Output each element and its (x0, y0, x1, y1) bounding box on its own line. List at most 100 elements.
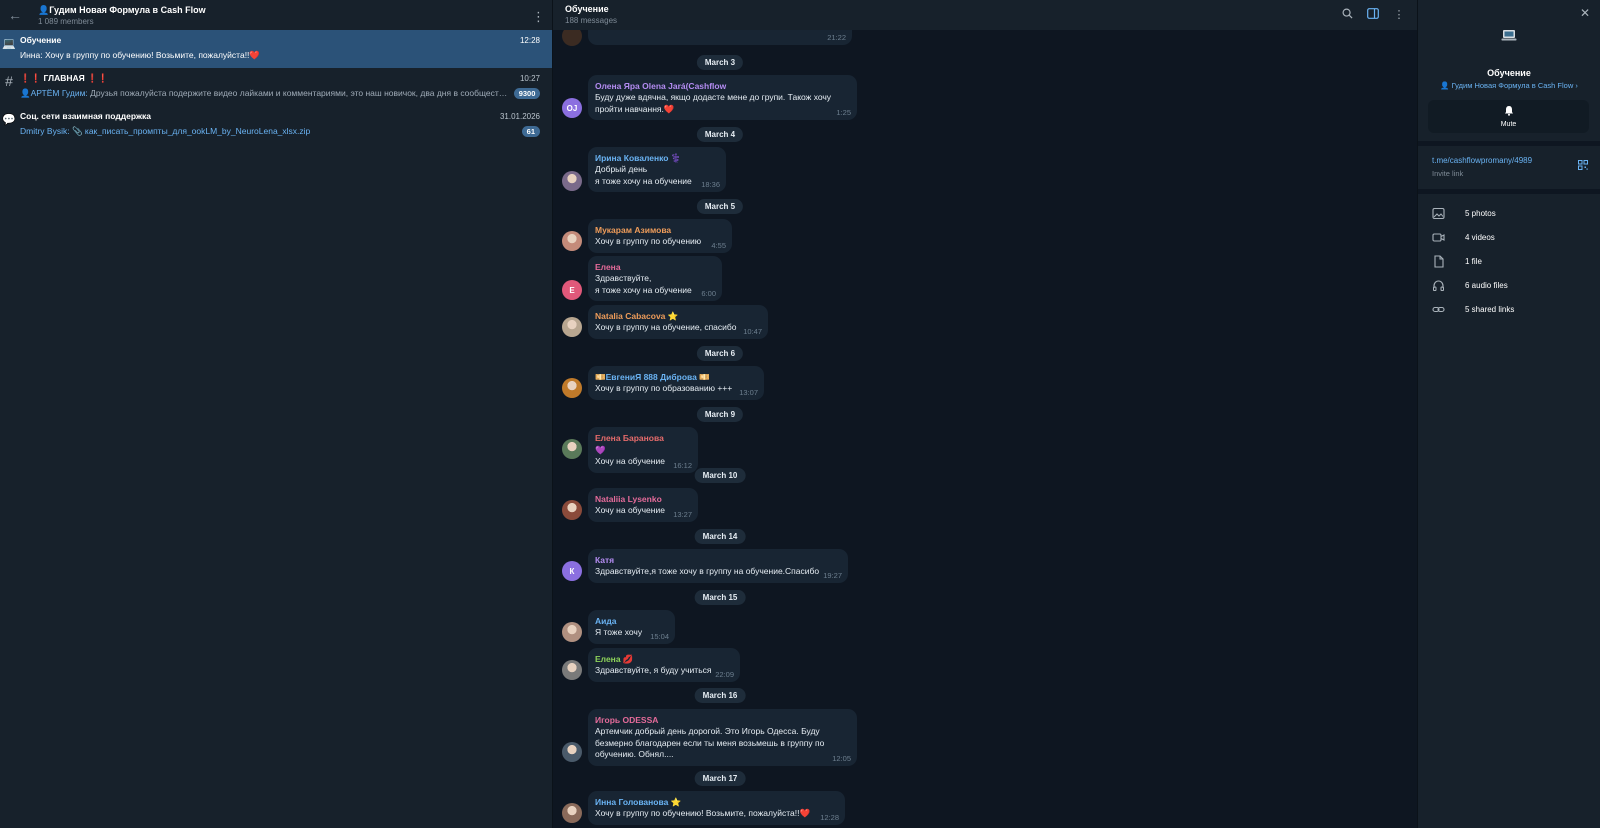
avatar[interactable] (562, 622, 582, 642)
qr-code-icon[interactable] (1578, 160, 1588, 170)
message-time: 4:55 (711, 240, 726, 250)
close-icon[interactable]: ✕ (1580, 6, 1590, 20)
conversation-header: Обучение 188 messages ⋮ (553, 0, 1417, 30)
message-count: 188 messages (565, 16, 618, 25)
chat-item-glavnaya[interactable]: # ❗❗ ГЛАВНАЯ ❗❗ 10:27 👤АРТЁМ Гудим: Друз… (0, 68, 552, 106)
info-panel: ✕ Обучение 👤 Гудим Новая Формула в Cash … (1417, 0, 1600, 828)
message-list[interactable]: 21:22 March 3 March 4 March 5 March 6 March … (553, 0, 1417, 828)
message-bubble[interactable]: Елена Баранова 💜 Хочу на обучение 16:12 (588, 427, 698, 473)
media-links[interactable]: 5 shared links (1418, 299, 1600, 319)
chat-item-obuchenie[interactable]: 💻 Обучение 12:28 Инна: Хочу в группу по … (0, 30, 552, 68)
message-sender[interactable]: Natalia Cabacova ⭐ (595, 310, 746, 322)
message-bubble[interactable]: Елена Здравствуйте, я тоже хочу на обучен… (588, 256, 722, 301)
media-label: 5 shared links (1465, 304, 1515, 314)
avatar[interactable]: OJ (562, 98, 582, 118)
message-sender[interactable]: Мукарам Азимова (595, 224, 710, 236)
message-bubble[interactable]: Олена Яра Olena Jará(Cashflow Буду дуже в… (588, 75, 857, 120)
message-text: Хочу в группу по образованию +++ (595, 383, 733, 393)
chat-time: 31.01.2026 (499, 111, 540, 121)
media-audio[interactable]: 6 audio files (1418, 275, 1600, 295)
message-sender[interactable]: Инна Голованова ⭐ (595, 796, 823, 808)
date-separator: March 9 (696, 407, 744, 422)
media-files[interactable]: 1 file (1418, 251, 1600, 271)
message-time: 19:27 (823, 570, 842, 580)
photo-icon (1432, 207, 1445, 219)
message-text: Хочу на обучение (595, 456, 665, 466)
message-sender[interactable]: Nataliia Lysenko (595, 493, 676, 505)
person-icon: 👤 (20, 88, 31, 98)
headphones-icon (1433, 279, 1444, 291)
avatar[interactable] (562, 171, 582, 191)
conversation-title: Обучение (565, 4, 609, 14)
message-sender[interactable]: Елена Баранова 💜 (595, 432, 676, 456)
chat-list-panel: ← 👤Гудим Новая Формула в Cash Flow 1 089… (0, 0, 553, 828)
avatar[interactable] (562, 231, 582, 251)
more-options-icon[interactable]: ⋮ (532, 10, 545, 24)
avatar[interactable] (562, 317, 582, 337)
message-bubble[interactable]: Nataliia Lysenko Хочу на обучение 13:27 (588, 488, 698, 522)
message-bubble[interactable]: Аида Я тоже хочу 15:04 (588, 610, 675, 644)
conversation-panel: 21:22 March 3 March 4 March 5 March 6 March … (553, 0, 1417, 828)
message-time: 6:00 (701, 289, 716, 298)
message-sender[interactable]: Катя (595, 554, 826, 566)
back-arrow-icon[interactable]: ← (8, 7, 24, 23)
message-time: 10:47 (743, 326, 762, 336)
media-label: 5 photos (1465, 208, 1496, 218)
message-time: 13:27 (673, 509, 692, 519)
parent-group-link[interactable]: 👤 Гудим Новая Формула в Cash Flow › (1418, 81, 1600, 90)
video-icon (1432, 232, 1445, 242)
message-text: Хочу на обучение (595, 505, 665, 515)
message-sender[interactable]: 💴ЕвгениЯ 888 Диброва 💴 (595, 371, 742, 383)
message-bubble[interactable]: 💴ЕвгениЯ 888 Диброва 💴 Хочу в группу по о… (588, 366, 764, 400)
avatar[interactable] (562, 500, 582, 520)
message-bubble[interactable]: Natalia Cabacova ⭐ Хочу в группу на обуче… (588, 305, 768, 339)
message-bubble[interactable]: Мукарам Азимова Хочу в группу по обучению… (588, 219, 732, 253)
avatar[interactable] (562, 803, 582, 823)
avatar[interactable] (562, 378, 582, 398)
mute-button[interactable]: Mute (1428, 100, 1589, 133)
avatar[interactable] (562, 742, 582, 762)
message-text: Артемчик добрый день дорогой. Это Игорь … (595, 726, 825, 759)
chat-item-soc-seti[interactable]: 💬 Соц. сети взаимная поддержка 31.01.202… (0, 106, 552, 144)
message-sender[interactable]: Аида (595, 615, 653, 627)
date-separator: March 6 (696, 346, 744, 361)
date-separator: March 10 (694, 468, 746, 483)
divider (1418, 141, 1600, 146)
message-time: 12:28 (820, 812, 839, 822)
avatar[interactable]: E (562, 280, 582, 300)
message-bubble[interactable]: Инна Голованова ⭐ Хочу в группу по обучен… (588, 791, 845, 825)
message-sender[interactable]: Елена 💋 (595, 653, 718, 665)
message-bubble[interactable]: Игорь ODESSA Артемчик добрый день дорогой… (588, 709, 857, 766)
invite-url[interactable]: t.me/cashflowpromany/4989 (1432, 156, 1532, 165)
avatar[interactable] (562, 439, 582, 459)
message-bubble[interactable]: Катя Здравствуйте,я тоже хочу в группу на… (588, 549, 848, 583)
file-icon (1434, 254, 1444, 268)
more-options-icon[interactable]: ⋮ (1393, 8, 1405, 22)
speech-bubbles-icon: 💬 (2, 113, 16, 126)
avatar[interactable] (562, 660, 582, 680)
message-bubble[interactable]: Елена 💋 Здравствуйте, я буду учиться 22:09 (588, 648, 740, 682)
members-count: 1 089 members (38, 17, 94, 26)
message-text: Я тоже хочу (595, 627, 643, 637)
message-sender[interactable]: Олена Яра Olena Jará(Cashflow (595, 80, 835, 92)
person-icon: 👤 (1440, 81, 1450, 90)
chat-sender: Инна: (20, 50, 43, 60)
message-sender[interactable]: Елена (595, 261, 700, 273)
search-icon[interactable] (1341, 8, 1353, 22)
media-photos[interactable]: 5 photos (1418, 203, 1600, 223)
sidebar-toggle-icon[interactable] (1367, 8, 1379, 22)
message-sender[interactable]: Ирина Коваленко ⚕️ (595, 152, 704, 164)
person-icon: 👤 (38, 5, 50, 15)
hashtag-icon: # (5, 73, 13, 89)
message-sender[interactable]: Игорь ODESSA (595, 714, 835, 726)
message-bubble[interactable]: Ирина Коваленко ⚕️ Добрый день я тоже хоч… (588, 147, 726, 192)
chat-name: ГЛАВНАЯ (43, 72, 85, 83)
divider (1418, 189, 1600, 194)
message-time: 21:22 (827, 33, 846, 42)
message-text: Буду дуже вдячна, якщо додасте мене до г… (595, 92, 832, 114)
message-text: Добрый день я тоже хочу на обучение (595, 164, 692, 186)
topic-laptop-icon: 💻 (2, 37, 16, 50)
date-separator: March 4 (696, 127, 744, 142)
media-videos[interactable]: 4 videos (1418, 227, 1600, 247)
avatar[interactable]: К (562, 561, 582, 581)
